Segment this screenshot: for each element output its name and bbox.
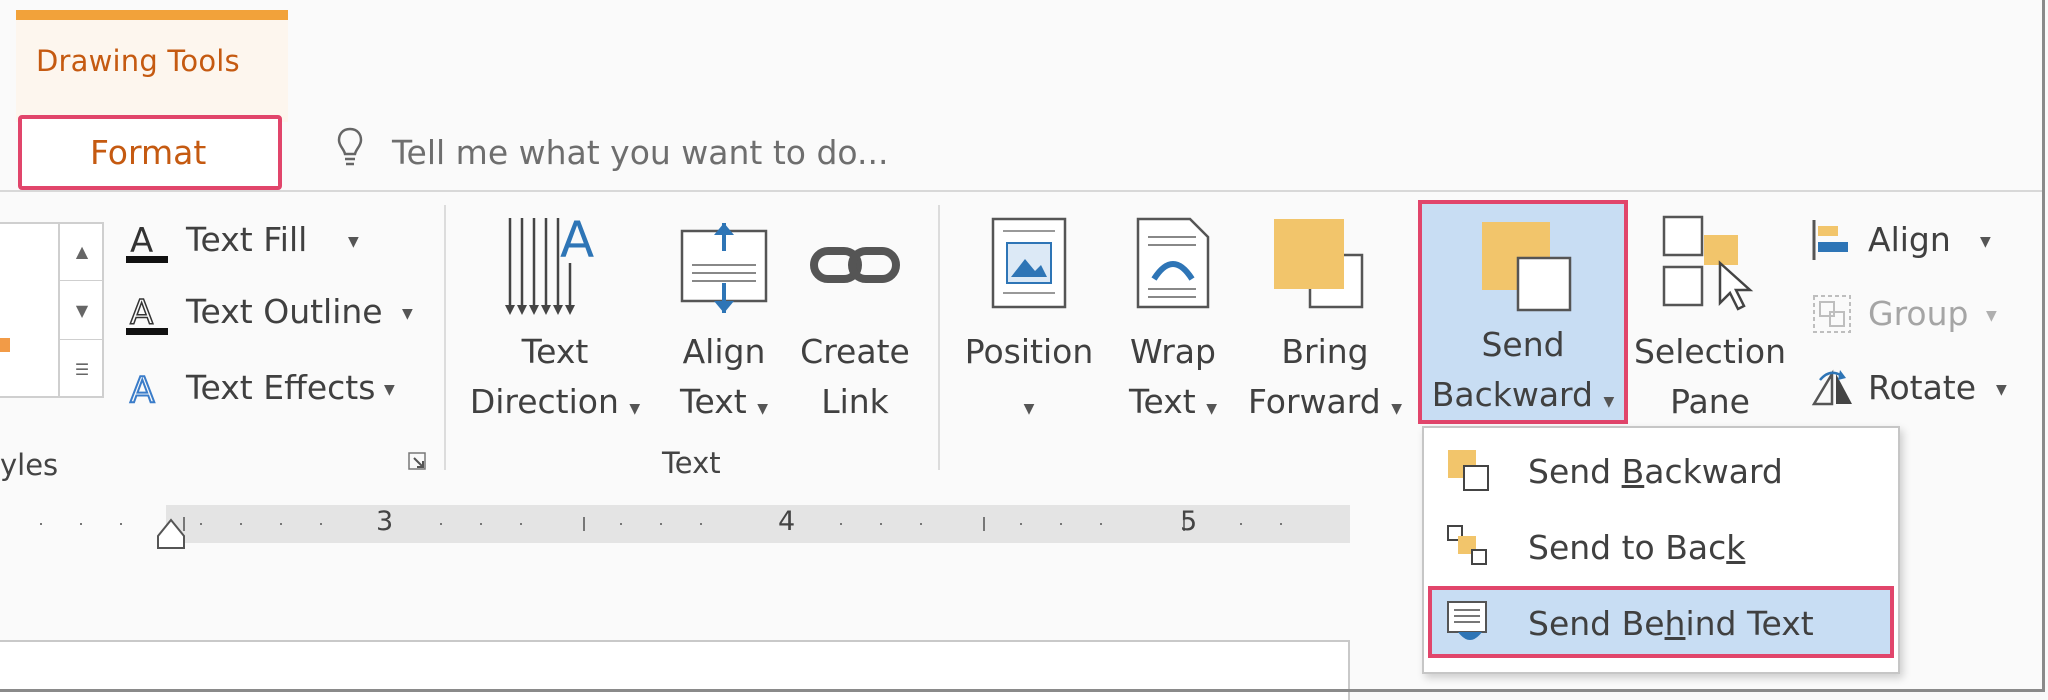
wordart-styles-group-label: yles	[0, 448, 59, 482]
wrap-text-label-2: Text ▼	[1128, 382, 1218, 421]
gallery-up-icon[interactable]: ▲	[60, 222, 104, 281]
document-page[interactable]	[0, 640, 1350, 700]
text-direction-label-1: Text	[521, 332, 589, 371]
chevron-down-icon: ▼	[1023, 401, 1035, 417]
selection-pane-label-2: Pane	[1670, 382, 1750, 421]
group-button: Group ▼	[1810, 290, 2010, 340]
send-backward-label-2: Backward ▼	[1431, 375, 1615, 414]
bring-forward-button[interactable]: Bring Forward ▼	[1240, 205, 1410, 435]
align-text-label-2: Text ▼	[679, 382, 769, 421]
lightbulb-icon	[337, 127, 363, 166]
ruler-ticks	[40, 517, 1282, 531]
tab-format-label[interactable]: Format	[90, 133, 206, 172]
bring-forward-label-2: Forward ▼	[1248, 382, 1402, 421]
position-button[interactable]: Position ▼	[954, 205, 1104, 435]
ruler-mark-4: 4	[778, 506, 796, 537]
send-backward-icon	[1482, 222, 1572, 312]
align-label: Align	[1868, 220, 1951, 259]
group-separator	[444, 205, 446, 470]
bring-forward-icon	[1274, 219, 1364, 309]
group-label: Group	[1868, 294, 1969, 333]
chevron-down-icon: ▼	[402, 306, 413, 322]
gallery-scroll[interactable]: ▲ ▼ ☰	[58, 222, 104, 398]
text-direction-button[interactable]: A Text Direction ▼	[460, 205, 650, 435]
create-link-label-2: Link	[821, 382, 889, 421]
wrap-text-button[interactable]: Wrap Text ▼	[1118, 205, 1228, 435]
svg-text:A: A	[130, 370, 155, 410]
chevron-down-icon: ▼	[1980, 234, 1991, 250]
send-backward-label-1: Send	[1481, 325, 1565, 364]
text-effects-button[interactable]: A Text Effects ▼	[124, 364, 424, 414]
drawing-tools-label: Drawing Tools	[36, 44, 240, 78]
selection-pane-icon	[1662, 215, 1754, 311]
svg-text:A: A	[130, 221, 153, 261]
svg-text:A: A	[560, 213, 594, 269]
chevron-down-icon: ▼	[384, 382, 395, 398]
send-behind-text-icon	[1447, 601, 1487, 640]
bring-forward-label-1: Bring	[1281, 332, 1369, 371]
menu-item-label: Send Behind Text	[1528, 604, 1814, 643]
group-separator	[938, 205, 940, 470]
rotate-button[interactable]: Rotate ▼	[1810, 364, 2010, 414]
wrap-text-icon	[1136, 217, 1210, 309]
menu-item-send-behind-text[interactable]: Send Behind Text	[1428, 586, 1894, 658]
indent-marker-icon[interactable]	[156, 518, 186, 550]
chevron-down-icon: ▼	[1986, 308, 1997, 324]
group-icon	[1813, 295, 1851, 333]
gallery-more-icon[interactable]: ☰	[60, 340, 104, 398]
svg-text:A: A	[130, 293, 153, 333]
menu-item-label: Send to Back	[1528, 528, 1746, 567]
rotate-label: Rotate	[1868, 368, 1977, 407]
create-link-button[interactable]: Create Link	[790, 205, 920, 435]
wrap-text-label-1: Wrap	[1130, 332, 1216, 371]
text-fill-button[interactable]: A Text Fill ▼	[124, 218, 424, 268]
text-fill-icon: A	[126, 221, 168, 263]
send-backward-button[interactable]: Send Backward ▼	[1418, 200, 1628, 424]
selection-pane-label-1: Selection	[1633, 332, 1787, 371]
menu-item-send-backward[interactable]: Send Backward	[1428, 434, 1894, 506]
send-backward-small-icon	[1448, 450, 1489, 491]
align-text-button[interactable]: Align Text ▼	[664, 205, 784, 435]
text-outline-icon: A	[126, 292, 168, 335]
gallery-preview-fragment	[0, 338, 10, 352]
align-text-icon	[680, 223, 768, 313]
dialog-launcher-icon[interactable]	[408, 452, 426, 470]
align-text-label-1: Align	[682, 332, 766, 371]
text-effects-icon: A	[129, 369, 156, 410]
ruler-mark-5: 5	[1180, 506, 1198, 537]
position-icon	[991, 217, 1067, 309]
menu-item-label: Send Backward	[1528, 452, 1783, 491]
link-icon	[810, 247, 900, 283]
rotate-icon	[1811, 369, 1852, 406]
tell-me-search[interactable]: Tell me what you want to do...	[392, 133, 889, 172]
text-effects-label: Text Effects	[186, 368, 376, 407]
menu-item-send-to-back[interactable]: Send to Back	[1428, 510, 1894, 582]
chevron-down-icon: ▼	[1996, 382, 2007, 398]
text-fill-label: Text Fill	[186, 220, 308, 259]
text-direction-label-2: Direction ▼	[469, 382, 641, 421]
text-direction-icon: A	[505, 213, 594, 315]
selection-pane-button[interactable]: Selection Pane	[1630, 205, 1790, 435]
align-button[interactable]: Align ▼	[1810, 216, 2010, 266]
chevron-down-icon: ▼	[348, 234, 359, 250]
send-to-back-icon	[1447, 525, 1487, 565]
position-label: Position	[964, 332, 1094, 371]
create-link-label-1: Create	[800, 332, 910, 371]
text-outline-label: Text Outline	[186, 292, 383, 331]
gallery-down-icon[interactable]: ▼	[60, 281, 104, 340]
text-outline-button[interactable]: A Text Outline ▼	[124, 290, 424, 340]
align-icon	[1812, 220, 1848, 260]
text-group-label: Text	[662, 446, 721, 480]
ruler-mark-3: 3	[376, 506, 394, 537]
